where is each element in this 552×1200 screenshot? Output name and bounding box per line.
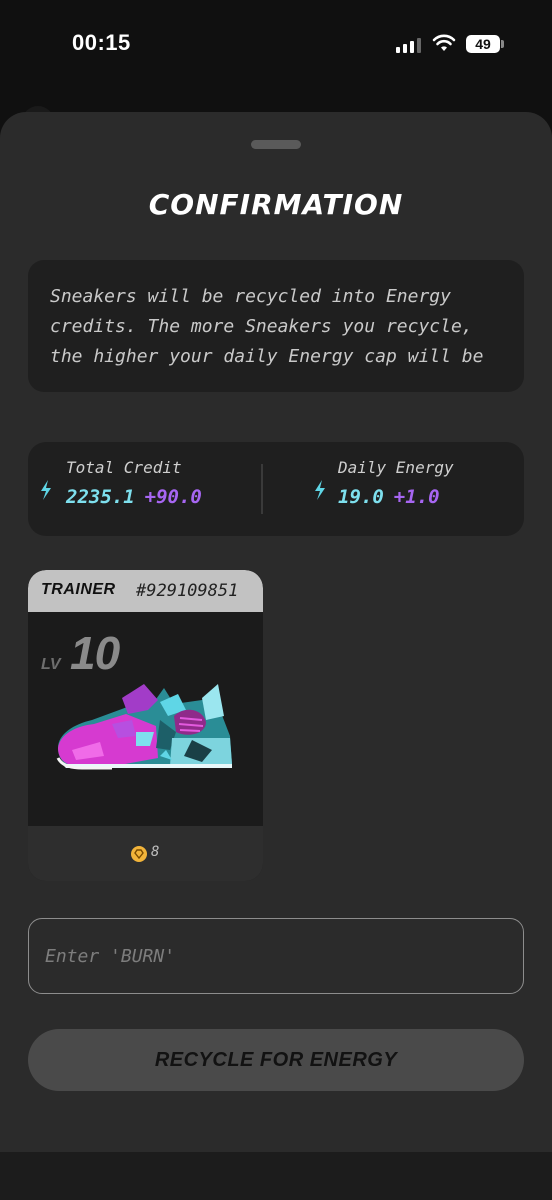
confirmation-sheet: CONFIRMATION Sneakers will be recycled i… [0, 112, 552, 1152]
stats-panel: Total Credit 2235.1 +90.0 Daily Energy 19… [28, 442, 524, 536]
daily-energy-stat: Daily Energy 19.0 +1.0 [290, 442, 524, 536]
sneaker-card[interactable]: TRAINER #929109851 LV 10 8 [28, 570, 263, 881]
recycle-for-energy-button[interactable]: RECYCLE FOR ENERGY [28, 1029, 524, 1091]
gem-count: 8 [151, 844, 160, 860]
total-credit-change: +90.0 [144, 486, 202, 508]
daily-energy-value: 19.0 [338, 486, 384, 508]
wifi-icon [432, 34, 456, 51]
gem-coin-icon [131, 846, 147, 862]
total-credit-stat: Total Credit 2235.1 +90.0 [28, 442, 262, 536]
daily-energy-value-row: 19.0 +1.0 [338, 486, 440, 508]
sneaker-image [56, 684, 232, 770]
lightning-icon [315, 480, 325, 500]
sneaker-card-footer: 8 [28, 826, 263, 881]
total-credit-value: 2235.1 [66, 486, 135, 508]
status-bar: 00:15 49 [0, 0, 552, 90]
sneaker-id: #929109851 [136, 581, 239, 601]
status-time: 00:15 [72, 30, 131, 55]
total-credit-value-row: 2235.1 +90.0 [66, 486, 202, 508]
burn-confirm-input[interactable] [28, 918, 524, 994]
level-label: LV [41, 656, 61, 673]
sneaker-card-body: LV 10 [28, 612, 263, 826]
lightning-icon [41, 480, 51, 500]
level-value: 10 [70, 627, 120, 679]
daily-energy-change: +1.0 [393, 486, 440, 508]
info-text: Sneakers will be recycled into Energy cr… [50, 286, 484, 367]
cellular-signal-icon [396, 37, 421, 53]
daily-energy-label: Daily Energy [338, 458, 454, 477]
sneaker-card-header: TRAINER #929109851 [28, 570, 263, 612]
stats-divider [261, 464, 263, 514]
info-box: Sneakers will be recycled into Energy cr… [28, 260, 524, 392]
sneaker-type: TRAINER [41, 581, 116, 598]
battery-icon: 49 [466, 35, 500, 53]
total-credit-label: Total Credit [66, 458, 182, 477]
battery-tip [501, 40, 504, 48]
drag-handle[interactable] [251, 140, 301, 149]
bottom-strip [0, 1152, 552, 1200]
sheet-title: CONFIRMATION [148, 188, 404, 221]
